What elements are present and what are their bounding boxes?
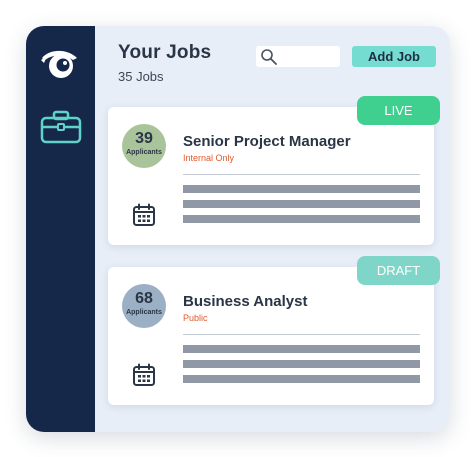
add-job-button[interactable]: Add Job bbox=[352, 46, 436, 67]
placeholder-line bbox=[183, 200, 420, 208]
job-title: Business Analyst bbox=[183, 293, 308, 310]
job-visibility: Internal Only bbox=[183, 153, 235, 163]
status-draft-badge[interactable]: DRAFT bbox=[357, 256, 440, 285]
placeholder-line bbox=[183, 215, 420, 223]
applicants-label: Applicants bbox=[126, 149, 162, 156]
eye-logo-icon bbox=[41, 50, 77, 78]
placeholder-line bbox=[183, 345, 420, 353]
briefcase-icon[interactable] bbox=[40, 110, 82, 144]
placeholder-line bbox=[183, 375, 420, 383]
search-input[interactable] bbox=[256, 46, 340, 67]
calendar-icon[interactable] bbox=[132, 363, 156, 387]
applicants-badge: 39 Applicants bbox=[122, 124, 166, 168]
applicants-label: Applicants bbox=[126, 309, 162, 316]
job-title: Senior Project Manager bbox=[183, 133, 351, 150]
job-card[interactable]: 68 Applicants Business Analyst Public bbox=[108, 267, 434, 405]
applicants-count: 39 bbox=[135, 130, 153, 147]
job-count: 35 Jobs bbox=[118, 69, 164, 84]
search-icon bbox=[261, 49, 277, 65]
sidebar bbox=[26, 26, 95, 432]
placeholder-line bbox=[183, 360, 420, 368]
applicants-badge: 68 Applicants bbox=[122, 284, 166, 328]
divider bbox=[183, 334, 420, 335]
page-title: Your Jobs bbox=[118, 42, 212, 63]
divider bbox=[183, 174, 420, 175]
app-window: Your Jobs 35 Jobs Add Job 39 Applicants … bbox=[26, 26, 450, 432]
calendar-icon[interactable] bbox=[132, 203, 156, 227]
applicants-count: 68 bbox=[135, 290, 153, 307]
job-visibility: Public bbox=[183, 313, 208, 323]
placeholder-line bbox=[183, 185, 420, 193]
main-content: Your Jobs 35 Jobs Add Job 39 Applicants … bbox=[95, 26, 450, 432]
status-live-badge[interactable]: LIVE bbox=[357, 96, 440, 125]
job-card[interactable]: 39 Applicants Senior Project Manager Int… bbox=[108, 107, 434, 245]
